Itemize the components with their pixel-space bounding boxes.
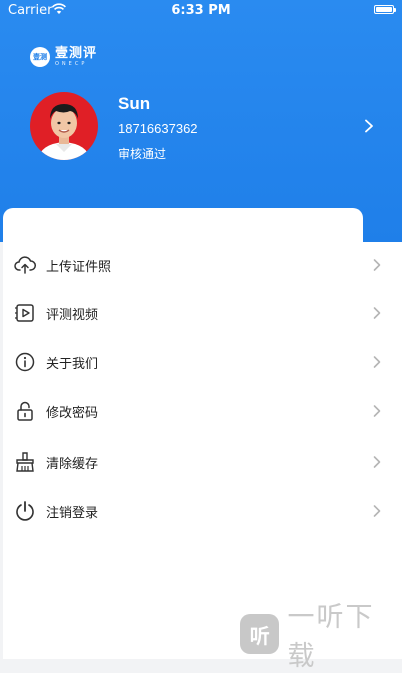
battery-icon: [374, 5, 396, 14]
info-icon: [15, 352, 35, 372]
chevron-right-icon: [373, 405, 381, 417]
menu-label: 关于我们: [46, 357, 99, 372]
review-status: 审核通过: [118, 147, 167, 161]
status-bar: Carrier 6:33 PM: [0, 0, 402, 20]
watermark: 听 一听下载: [240, 602, 402, 672]
menu-label: 注销登录: [46, 506, 99, 521]
cloud-upload-icon: [14, 256, 36, 274]
chevron-right-icon[interactable]: [364, 119, 374, 133]
user-phone: 18716637362: [118, 121, 198, 136]
clock: 6:33 PM: [171, 3, 231, 18]
menu-item-change-password[interactable]: 修改密码: [0, 387, 402, 435]
chevron-right-icon: [373, 505, 381, 517]
video-play-icon: [15, 304, 34, 322]
avatar-photo: [38, 104, 90, 160]
menu-item-review-videos[interactable]: 评测视频: [0, 289, 402, 337]
profile-header: Carrier 6:33 PM 壹测 壹测评 ONECP Sun 1871663…: [0, 0, 402, 242]
menu-label: 上传证件照: [46, 260, 112, 275]
power-icon: [16, 501, 34, 521]
broom-icon: [16, 452, 34, 472]
lock-icon: [17, 401, 33, 421]
watermark-logo: 听: [240, 614, 280, 654]
menu-item-about-us[interactable]: 关于我们: [0, 338, 402, 386]
brand-badge: 壹测: [30, 47, 50, 67]
menu-label: 评测视频: [46, 308, 99, 323]
profile-row[interactable]: Sun 18716637362 审核通过: [30, 92, 380, 164]
chevron-right-icon: [373, 259, 381, 271]
menu-label: 清除缓存: [46, 457, 99, 472]
chevron-right-icon: [373, 356, 381, 368]
menu-item-clear-cache[interactable]: 清除缓存: [0, 438, 402, 486]
brand-subtitle: ONECP: [55, 61, 88, 67]
chevron-right-icon: [373, 456, 381, 468]
menu-item-upload-photo[interactable]: 上传证件照: [0, 241, 402, 289]
chevron-right-icon: [373, 307, 381, 319]
avatar[interactable]: [30, 92, 98, 160]
brand-logo: 壹测 壹测评 ONECP: [30, 47, 97, 67]
menu-label: 修改密码: [46, 406, 99, 421]
menu-item-logout[interactable]: 注销登录: [0, 487, 402, 535]
user-name: Sun: [118, 94, 151, 113]
brand-name: 壹测评: [55, 46, 98, 61]
watermark-text: 一听下载: [287, 602, 375, 672]
